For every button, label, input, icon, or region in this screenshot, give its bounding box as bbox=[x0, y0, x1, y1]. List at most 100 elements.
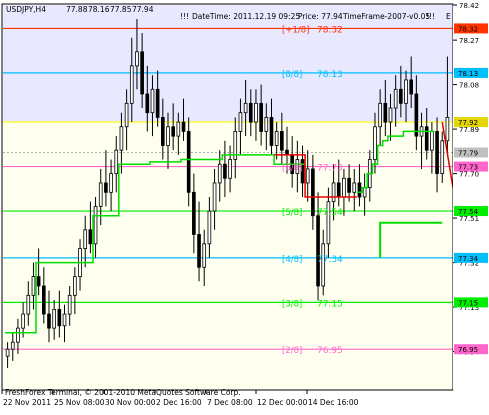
y-tick-label: 78.42 bbox=[459, 2, 479, 10]
candle-bear bbox=[104, 182, 108, 193]
candle-bear bbox=[383, 102, 388, 123]
price-badge-label: 77.73 bbox=[458, 164, 478, 172]
candle-bear bbox=[88, 229, 93, 245]
candle-bull bbox=[217, 163, 222, 184]
candle-bull bbox=[98, 182, 103, 207]
header-price: Price: 77.94 bbox=[298, 12, 343, 21]
candle-bear bbox=[192, 191, 196, 235]
price-axis: 78.4278.2778.0877.8977.7077.5177.3277.13… bbox=[453, 2, 489, 390]
candle-bull bbox=[352, 182, 357, 193]
x-tick-label: 25 Nov 08:00 bbox=[54, 398, 105, 407]
candle-bull bbox=[26, 294, 31, 315]
chart-window: [+1/8] 78.32 [8/8] 78.13 [6/8] 77.73 [5/8] 77.5… bbox=[0, 0, 489, 411]
level-value: 76.95 bbox=[317, 346, 343, 356]
candle-bull bbox=[404, 79, 408, 104]
y-tick-label: 77.51 bbox=[459, 215, 479, 223]
candle-bull bbox=[228, 159, 232, 179]
candle-bull bbox=[16, 327, 20, 343]
price-badge-label: 78.32 bbox=[458, 25, 478, 33]
level-value: 77.34 bbox=[317, 255, 343, 265]
candle-bull bbox=[243, 102, 248, 114]
candle-bear bbox=[145, 93, 150, 114]
candle-bull bbox=[305, 168, 310, 184]
ohlc-low: 77.85 bbox=[110, 5, 132, 14]
level-value: 78.32 bbox=[317, 25, 343, 35]
symbol-label: USDJPY,H4 bbox=[6, 5, 46, 14]
candle-bull bbox=[264, 116, 269, 132]
candle-bull bbox=[52, 308, 56, 329]
chart-canvas: [+1/8] 78.32 [8/8] 78.13 [6/8] 77.73 [5/8] 77.5… bbox=[0, 0, 489, 411]
candle-bear bbox=[424, 126, 429, 151]
ohlc-open: 77.88 bbox=[66, 5, 88, 14]
ohlc-close: 77.94 bbox=[132, 5, 154, 14]
candle-bear bbox=[311, 168, 315, 217]
candle-bull bbox=[362, 187, 367, 198]
y-tick-label: 78.08 bbox=[459, 82, 479, 90]
candle-bull bbox=[202, 243, 207, 268]
x-tick-label: 22 Nov 2011 bbox=[3, 398, 51, 407]
level-value: 77.73 bbox=[317, 164, 343, 174]
candle-bull bbox=[135, 51, 139, 67]
candle-bull bbox=[93, 205, 98, 245]
candle-bull bbox=[150, 88, 155, 114]
price-badge-label: 77.34 bbox=[458, 255, 479, 263]
candle-bear bbox=[197, 234, 201, 268]
price-badge-label: 77.15 bbox=[458, 299, 478, 307]
candle-bear bbox=[259, 102, 263, 132]
candle-bull bbox=[31, 276, 36, 296]
candle-bear bbox=[171, 126, 175, 137]
candle-bear bbox=[57, 308, 62, 327]
candle-bear bbox=[155, 88, 160, 118]
candle-bull bbox=[124, 102, 129, 128]
candle-bull bbox=[83, 229, 88, 249]
candle-bear bbox=[181, 121, 186, 132]
candle-bear bbox=[316, 215, 320, 287]
y-tick-label: 77.70 bbox=[459, 171, 479, 179]
y-tick-label: 77.89 bbox=[459, 126, 479, 134]
candle-bear bbox=[41, 285, 46, 315]
price-badge-label: 77.79 bbox=[458, 150, 478, 158]
price-badge-label: 77.54 bbox=[458, 208, 479, 216]
candle-bull bbox=[445, 116, 450, 142]
candle-bull bbox=[393, 88, 398, 109]
x-tick-label: 12 Dec 00:00 bbox=[257, 398, 308, 407]
level-label: [2/8] bbox=[282, 346, 302, 356]
candle-bull bbox=[342, 177, 346, 198]
candle-bear bbox=[414, 93, 419, 137]
axis-bg bbox=[453, 4, 489, 390]
level-label: [5/8] bbox=[282, 208, 302, 218]
candle-bear bbox=[399, 88, 403, 104]
candle-bear bbox=[223, 163, 227, 179]
candle-bull bbox=[238, 112, 243, 132]
candle-bear bbox=[186, 131, 191, 193]
price-badge-label: 77.92 bbox=[458, 119, 478, 127]
level-label: [3/8] bbox=[282, 299, 302, 309]
candle-bull bbox=[176, 121, 181, 137]
candle-bear bbox=[160, 116, 165, 146]
candle-bull bbox=[114, 149, 119, 174]
candle-bull bbox=[378, 102, 382, 128]
level-value: 78.13 bbox=[317, 70, 343, 80]
candle-bull bbox=[21, 313, 25, 329]
candle-bull bbox=[373, 126, 377, 160]
candle-bull bbox=[10, 341, 15, 350]
candle-bear bbox=[409, 79, 414, 95]
candle-bull bbox=[5, 348, 10, 357]
candle-bear bbox=[435, 131, 439, 174]
price-badge-label: 76.95 bbox=[458, 346, 478, 354]
header-marks: !!! bbox=[180, 12, 189, 21]
level-value: 77.15 bbox=[317, 299, 343, 309]
candle-bull bbox=[62, 313, 67, 327]
candle-bull bbox=[440, 140, 445, 174]
candle-bull bbox=[73, 276, 77, 296]
candle-bull bbox=[119, 126, 124, 151]
header-right-marks: !!! bbox=[426, 12, 435, 21]
candle-bear bbox=[47, 313, 51, 329]
candle-bull bbox=[430, 131, 434, 151]
header-timeframe: TimeFrame-2007-v0.05 bbox=[342, 12, 430, 21]
candle-bull bbox=[67, 294, 72, 315]
x-tick-label: 30 Nov 00:00 bbox=[105, 398, 156, 407]
level-label: [4/8] bbox=[282, 255, 302, 265]
candle-bull bbox=[388, 107, 393, 123]
candle-bear bbox=[336, 182, 341, 198]
